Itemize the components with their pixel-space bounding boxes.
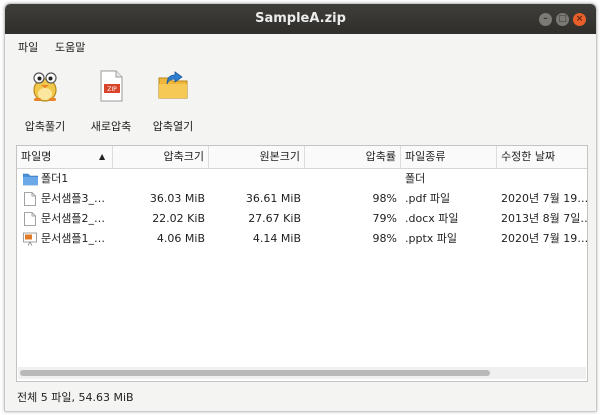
row-name-text: 문서샘플2_… — [41, 212, 105, 225]
list-item[interactable]: 폴더1 폴더 — [17, 169, 587, 189]
column-original-size[interactable]: 원본크기 — [209, 146, 305, 168]
row-original: 36.61 MiB — [245, 192, 301, 205]
list-item[interactable]: 문서샘플2_… 22.02 KiB 27.67 KiB 79% .docx 파일… — [17, 209, 587, 229]
minimize-button[interactable]: – — [539, 13, 552, 26]
new-zip-button[interactable]: ZIP 새로압축 — [85, 68, 137, 134]
extract-icon — [27, 68, 63, 104]
row-ratio: 98% — [372, 232, 397, 245]
column-name-label: 파일명 — [21, 150, 52, 163]
column-compressed-size[interactable]: 압축크기 — [113, 146, 209, 168]
row-type: .pptx 파일 — [405, 232, 458, 245]
row-date — [497, 169, 587, 189]
horizontal-scrollbar[interactable] — [18, 367, 586, 379]
row-compressed: 4.06 MiB — [156, 232, 205, 245]
pdf-file-icon — [24, 192, 36, 206]
row-compressed — [113, 169, 209, 189]
scrollbar-thumb[interactable] — [20, 370, 490, 376]
docx-file-icon — [24, 212, 36, 226]
row-type: .docx 파일 — [405, 212, 459, 225]
row-compressed: 36.03 MiB — [149, 192, 205, 205]
open-archive-icon — [155, 68, 191, 104]
menu-bar: 파일 도움말 — [5, 34, 596, 58]
list-item[interactable]: 문서샘플1_… 4.06 MiB 4.14 MiB 98% .pptx 파일 2… — [17, 229, 587, 249]
row-ratio: 98% — [372, 192, 397, 205]
column-ratio[interactable]: 압축률 — [305, 146, 401, 168]
column-name[interactable]: 파일명 ▲ — [17, 146, 113, 168]
row-ratio — [305, 169, 401, 189]
row-name: 문서샘플2_… — [21, 209, 113, 229]
row-date: 2020년 7월 19… — [501, 192, 587, 205]
menu-file[interactable]: 파일 — [18, 39, 38, 55]
svg-text:ZIP: ZIP — [107, 86, 117, 93]
new-zip-icon: ZIP — [93, 68, 129, 104]
row-type: 폴더 — [405, 172, 426, 185]
column-date[interactable]: 수정한 날짜 — [497, 146, 587, 168]
close-button[interactable]: × — [573, 13, 586, 26]
toolbar: 압축풀기 ZIP 새로압축 압축열기 — [5, 58, 596, 144]
folder-icon — [23, 173, 38, 186]
sort-arrow-icon: ▲ — [99, 152, 106, 161]
row-date: 2020년 7월 19… — [501, 232, 587, 245]
new-zip-label: 새로압축 — [90, 120, 132, 133]
file-list[interactable]: 파일명 ▲ 압축크기 원본크기 압축률 파일종류 수정한 날짜 폴더1 폴더 문… — [16, 145, 588, 382]
row-date: 2013년 8월 7일… — [501, 212, 587, 225]
row-name: 폴더1 — [21, 169, 113, 189]
row-type: .pdf 파일 — [405, 192, 451, 205]
row-original: 4.14 MiB — [252, 232, 301, 245]
row-ratio: 79% — [372, 212, 397, 225]
pptx-file-icon — [23, 232, 37, 246]
row-name-text: 폴더1 — [41, 172, 69, 185]
row-name-text: 문서샘플3_… — [41, 192, 105, 205]
extract-label: 압축풀기 — [24, 120, 66, 133]
menu-help[interactable]: 도움말 — [55, 39, 85, 55]
maximize-button[interactable]: □ — [556, 13, 569, 26]
status-bar: 전체 5 파일, 54.63 MiB — [17, 391, 134, 404]
list-header: 파일명 ▲ 압축크기 원본크기 압축률 파일종류 수정한 날짜 — [17, 146, 587, 169]
window-title: SampleA.zip — [255, 11, 346, 26]
row-compressed: 22.02 KiB — [152, 212, 205, 225]
open-archive-button[interactable]: 압축열기 — [147, 68, 199, 134]
row-name: 문서샘플3_… — [21, 189, 113, 209]
row-name-text: 문서샘플1_… — [41, 232, 105, 245]
title-bar[interactable]: SampleA.zip – □ × — [5, 4, 596, 34]
column-type[interactable]: 파일종류 — [401, 146, 497, 168]
app-window: SampleA.zip – □ × 파일 도움말 압축풀기 ZIP 새로압축 압… — [4, 3, 597, 412]
extract-button[interactable]: 압축풀기 — [19, 68, 71, 134]
row-original — [209, 169, 305, 189]
list-item[interactable]: 문서샘플3_… 36.03 MiB 36.61 MiB 98% .pdf 파일 … — [17, 189, 587, 209]
row-name: 문서샘플1_… — [21, 229, 113, 249]
open-archive-label: 압축열기 — [152, 120, 194, 133]
row-original: 27.67 KiB — [248, 212, 301, 225]
